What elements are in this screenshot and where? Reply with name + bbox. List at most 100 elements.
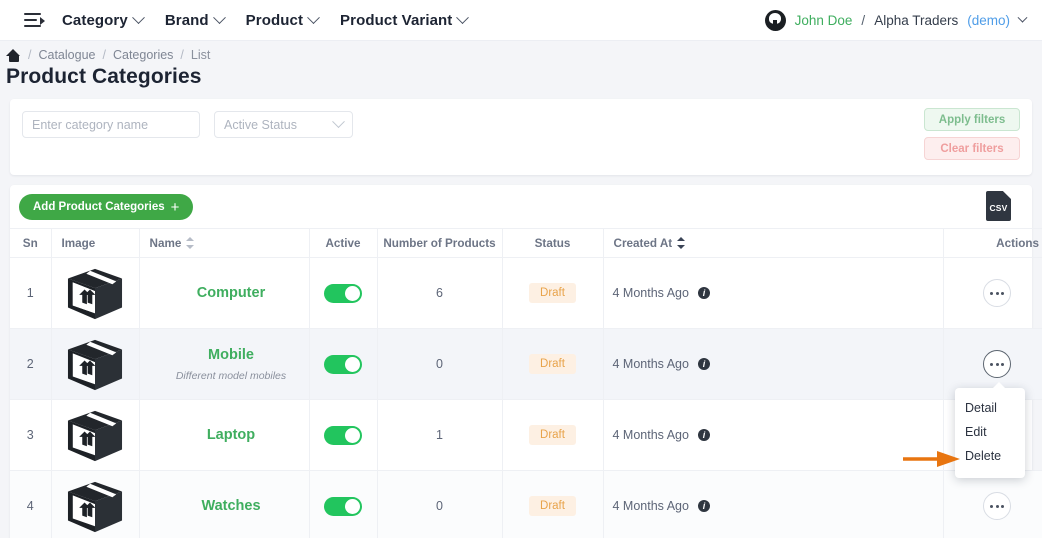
table-row: 4 Watches 0 Draft 4 Months Ago i — [10, 470, 1042, 538]
cell-name: Watches — [138, 470, 309, 538]
package-box-icon — [64, 336, 126, 392]
cell-active — [308, 399, 377, 471]
sort-icon-active[interactable] — [677, 237, 686, 249]
top-navbar: Category Brand Product Product Variant J… — [0, 0, 1042, 41]
row-actions-button-active[interactable] — [983, 350, 1012, 378]
column-header-created-at[interactable]: Created At — [602, 228, 943, 258]
sort-icon[interactable] — [186, 237, 195, 249]
table-row: 2 Mobile Different model mobiles 0 Draft… — [10, 328, 1042, 400]
package-box-icon — [64, 265, 126, 321]
info-icon[interactable]: i — [697, 500, 710, 513]
chevron-down-icon — [332, 115, 345, 129]
chevron-down-icon — [456, 10, 470, 24]
active-toggle[interactable] — [324, 496, 362, 516]
column-header-image: Image — [50, 228, 139, 258]
menu-item-edit[interactable]: Edit — [955, 420, 1025, 444]
status-badge: Draft — [529, 425, 576, 445]
breadcrumb: / Catalogue / Categories / List — [6, 48, 1042, 62]
created-at-text: 4 Months Ago — [612, 428, 689, 442]
cell-created-at: 4 Months Ago i — [602, 399, 943, 471]
category-name-link[interactable]: Laptop — [154, 427, 309, 443]
user-account-menu[interactable]: John Doe / Alpha Traders (demo) — [764, 9, 1028, 31]
table-header-row: Sn Image Name Active Number of Products … — [10, 228, 1042, 258]
package-box-icon — [64, 478, 126, 534]
active-toggle[interactable] — [324, 425, 362, 445]
breadcrumb-item-categories[interactable]: Categories — [113, 48, 173, 62]
row-actions-button[interactable] — [983, 279, 1012, 307]
created-at-inner: 4 Months Ago i — [613, 357, 943, 371]
cell-status: Draft — [501, 257, 603, 329]
clear-filters-button[interactable]: Clear filters — [924, 137, 1020, 160]
status-badge: Draft — [529, 354, 576, 374]
nav-item-product-variant[interactable]: Product Variant — [340, 10, 470, 29]
breadcrumb-area: / Catalogue / Categories / List — [0, 41, 1042, 62]
status-badge: Draft — [529, 283, 576, 303]
cell-image — [50, 257, 139, 329]
num-products-header-label: Number of Products — [383, 236, 496, 250]
cell-created-at: 4 Months Ago i — [602, 470, 943, 538]
created-at-text: 4 Months Ago — [612, 286, 689, 300]
created-at-text: 4 Months Ago — [612, 499, 689, 514]
info-icon[interactable]: i — [697, 429, 710, 441]
created-at-text: 4 Months Ago — [612, 357, 689, 371]
filter-controls: Active Status — [22, 111, 1020, 138]
column-header-name[interactable]: Name — [138, 228, 309, 258]
active-toggle[interactable] — [324, 283, 362, 303]
table-head: Sn Image Name Active Number of Products … — [10, 228, 1042, 258]
cell-number-of-products: 1 — [376, 399, 502, 471]
hamburger-collapse-icon[interactable] — [24, 11, 46, 29]
info-icon[interactable]: i — [697, 287, 710, 299]
app-root: Category Brand Product Product Variant J… — [0, 0, 1042, 538]
cell-status: Draft — [501, 328, 603, 400]
active-status-select[interactable]: Active Status — [214, 111, 353, 138]
cell-active — [308, 470, 377, 538]
menu-item-delete[interactable]: Delete — [955, 444, 1025, 468]
status-header-label: Status — [534, 236, 571, 250]
breadcrumb-item-catalogue[interactable]: Catalogue — [38, 48, 95, 62]
cell-name: Computer — [138, 257, 309, 329]
cell-active — [308, 257, 377, 329]
cell-name: Mobile Different model mobiles — [138, 328, 309, 400]
nav-item-label: Category — [62, 11, 128, 29]
arrow-right-pointer — [903, 450, 961, 468]
active-toggle[interactable] — [324, 354, 362, 374]
table-toolbar: Add Product Categories + CSV — [10, 185, 1032, 228]
row-actions-button[interactable] — [983, 492, 1012, 521]
nav-item-category[interactable]: Category — [62, 10, 145, 29]
menu-item-detail[interactable]: Detail — [955, 396, 1025, 420]
breadcrumb-separator: / — [28, 48, 32, 62]
chevron-down-icon — [212, 10, 226, 24]
csv-file-icon[interactable]: CSV — [986, 191, 1011, 221]
nav-item-brand[interactable]: Brand — [165, 10, 226, 29]
nav-item-label: Product — [245, 11, 304, 29]
info-icon[interactable]: i — [697, 358, 710, 370]
cell-active — [308, 328, 377, 400]
category-name-link[interactable]: Watches — [154, 498, 309, 514]
chevron-down-icon — [307, 10, 320, 24]
page-title: Product Categories — [6, 65, 202, 88]
chevron-down-icon — [1017, 12, 1028, 23]
breadcrumb-separator: / — [102, 48, 106, 62]
cell-actions — [942, 470, 1042, 538]
category-name-link[interactable]: Computer — [154, 285, 309, 301]
name-header-inner: Name — [146, 237, 303, 250]
sn-header-label: Sn — [22, 236, 38, 250]
cell-sn: 3 — [10, 399, 51, 471]
category-name-input[interactable] — [22, 111, 200, 138]
nav-item-product[interactable]: Product — [245, 10, 320, 29]
github-icon — [764, 9, 786, 31]
filter-actions: Apply filters Clear filters — [924, 108, 1020, 160]
cell-number-of-products: 0 — [376, 470, 502, 538]
home-icon[interactable] — [6, 48, 21, 62]
actions-header-inner: Actions — [950, 237, 1042, 250]
nav-item-label: Product Variant — [340, 11, 453, 29]
column-header-sn: Sn — [10, 228, 51, 258]
user-mode-badge: (demo) — [967, 12, 1010, 28]
num-products-header-inner: Number of Products — [383, 236, 496, 250]
add-product-categories-button[interactable]: Add Product Categories + — [19, 194, 194, 220]
cell-sn: 1 — [10, 257, 51, 329]
user-separator: / — [861, 12, 866, 28]
cell-number-of-products: 0 — [376, 328, 502, 400]
category-name-link[interactable]: Mobile — [154, 347, 309, 363]
apply-filters-button[interactable]: Apply filters — [924, 108, 1020, 131]
